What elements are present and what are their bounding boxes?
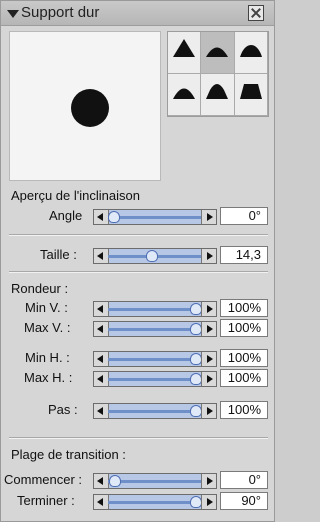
angle-value[interactable]: 0° <box>220 207 268 225</box>
start-label: Commencer : <box>4 472 83 487</box>
angle-slider-thumb[interactable] <box>108 211 120 223</box>
brush-preview <box>9 31 161 181</box>
min-v-value[interactable]: 100% <box>220 299 268 317</box>
end-slider[interactable] <box>93 494 217 510</box>
end-label: Terminer : <box>17 493 75 508</box>
size-slider[interactable] <box>93 248 217 264</box>
step-value[interactable]: 100% <box>220 401 268 419</box>
step-slider-right-button[interactable] <box>201 404 216 418</box>
start-value[interactable]: 0° <box>220 471 268 489</box>
triangle-shape-icon[interactable] <box>168 32 202 74</box>
end-slider-left-button[interactable] <box>94 495 109 509</box>
rounded-trapezoid-shape-icon[interactable] <box>234 32 268 74</box>
start-slider-thumb[interactable] <box>109 475 121 487</box>
roundness-title: Rondeur : <box>11 281 69 296</box>
min-v-slider[interactable] <box>93 301 217 317</box>
min-h-value[interactable]: 100% <box>220 349 268 367</box>
max-h-slider-track[interactable] <box>108 378 202 381</box>
size-slider-right-button[interactable] <box>201 249 216 263</box>
min-v-slider-right-button[interactable] <box>201 302 216 316</box>
size-label: Taille : <box>40 247 77 262</box>
min-v-slider-left-button[interactable] <box>94 302 109 316</box>
step-slider[interactable] <box>93 403 217 419</box>
max-v-slider-left-button[interactable] <box>94 322 109 336</box>
min-h-slider-right-button[interactable] <box>201 352 216 366</box>
close-icon[interactable] <box>248 5 264 21</box>
max-v-value[interactable]: 100% <box>220 319 268 337</box>
panel-title: Support dur <box>21 4 100 21</box>
tilt-preview-label: Aperçu de l'inclinaison <box>11 188 140 203</box>
start-slider-track[interactable] <box>108 480 202 483</box>
step-slider-track[interactable] <box>108 410 202 413</box>
max-h-slider[interactable] <box>93 371 217 387</box>
max-v-slider-right-button[interactable] <box>201 322 216 336</box>
max-h-value[interactable]: 100% <box>220 369 268 387</box>
min-v-label: Min V. : <box>25 300 68 315</box>
size-slider-left-button[interactable] <box>94 249 109 263</box>
max-v-slider[interactable] <box>93 321 217 337</box>
angle-slider-track[interactable] <box>108 216 202 219</box>
step-label: Pas : <box>48 402 78 417</box>
dome-shape-icon[interactable] <box>201 32 235 74</box>
end-value[interactable]: 90° <box>220 492 268 510</box>
angle-slider-left-button[interactable] <box>94 210 109 224</box>
max-v-label: Max V. : <box>24 320 71 335</box>
brush-dot-preview <box>71 89 109 127</box>
max-h-slider-left-button[interactable] <box>94 372 109 386</box>
min-h-slider-left-button[interactable] <box>94 352 109 366</box>
max-h-label: Max H. : <box>24 370 73 385</box>
min-v-slider-track[interactable] <box>108 308 202 311</box>
start-slider-right-button[interactable] <box>201 474 216 488</box>
max-h-slider-right-button[interactable] <box>201 372 216 386</box>
round-hill-shape-icon[interactable] <box>168 74 202 116</box>
min-h-slider-track[interactable] <box>108 358 202 361</box>
transition-range-title: Plage de transition : <box>11 447 126 462</box>
start-slider[interactable] <box>93 473 217 489</box>
brush-shape-grid <box>167 31 269 117</box>
angle-slider-right-button[interactable] <box>201 210 216 224</box>
size-slider-thumb[interactable] <box>146 250 158 262</box>
end-slider-track[interactable] <box>108 501 202 504</box>
min-h-label: Min H. : <box>25 350 70 365</box>
end-slider-right-button[interactable] <box>201 495 216 509</box>
min-h-slider[interactable] <box>93 351 217 367</box>
step-slider-left-button[interactable] <box>94 404 109 418</box>
angle-label: Angle <box>49 208 83 223</box>
panel-titlebar[interactable]: Support dur <box>1 1 274 26</box>
trapezoid-shape-icon[interactable] <box>234 74 268 116</box>
collapse-triangle-icon[interactable] <box>7 10 19 18</box>
size-value[interactable]: 14,3 <box>220 246 268 264</box>
angle-slider[interactable] <box>93 209 217 225</box>
max-v-slider-track[interactable] <box>108 328 202 331</box>
start-slider-left-button[interactable] <box>94 474 109 488</box>
hard-support-panel: Support dur Aperçu de l'inclinaison Angl… <box>0 0 275 522</box>
bell-shape-icon[interactable] <box>201 74 235 116</box>
